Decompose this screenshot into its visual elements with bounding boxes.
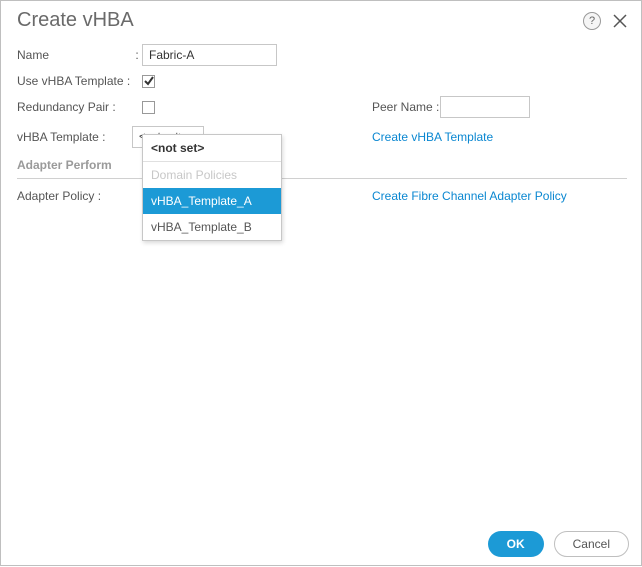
name-label: Name (17, 48, 132, 62)
dropdown-item-template-b[interactable]: vHBA_Template_B (143, 214, 281, 240)
redundancy-pair-checkbox[interactable] (142, 101, 155, 114)
redundancy-pair-label: Redundancy Pair : (17, 100, 142, 114)
adapter-performance-section: Adapter Perform (17, 158, 627, 176)
adapter-policy-row: Adapter Policy : Create Fibre Channel Ad… (17, 189, 627, 203)
section-divider (17, 178, 627, 179)
create-vhba-template-link[interactable]: Create vHBA Template (372, 130, 493, 144)
name-row: Name : (17, 44, 627, 66)
dropdown-item-template-a[interactable]: vHBA_Template_A (143, 188, 281, 214)
adapter-policy-label: Adapter Policy : (17, 189, 132, 203)
peer-name-label: Peer Name : (372, 100, 440, 114)
name-input[interactable] (142, 44, 277, 66)
dropdown-item-domain-policies: Domain Policies (143, 162, 281, 188)
close-icon[interactable] (609, 10, 631, 32)
dialog-titlebar: Create vHBA ? (1, 1, 642, 38)
dialog-footer: OK Cancel (488, 531, 629, 557)
peer-name-input[interactable] (440, 96, 530, 118)
vhba-template-label: vHBA Template : (17, 130, 132, 144)
ok-button[interactable]: OK (488, 531, 544, 557)
use-template-checkbox[interactable] (142, 75, 155, 88)
help-icon[interactable]: ? (583, 12, 601, 30)
use-template-label: Use vHBA Template : (17, 74, 142, 88)
dropdown-item-not-set[interactable]: <not set> (143, 135, 281, 162)
cancel-button[interactable]: Cancel (554, 531, 629, 557)
dialog-body: Name : Use vHBA Template : Redundancy Pa… (1, 38, 642, 203)
create-vhba-dialog: Create vHBA ? Name : Use vHBA Template :… (1, 1, 642, 567)
use-template-row: Use vHBA Template : (17, 74, 627, 88)
vhba-template-row: vHBA Template : <not set> Create vHBA Te… (17, 126, 627, 148)
dialog-title: Create vHBA (17, 9, 583, 32)
redundancy-row: Redundancy Pair : Peer Name : (17, 96, 627, 118)
create-adapter-policy-link[interactable]: Create Fibre Channel Adapter Policy (372, 189, 567, 203)
vhba-template-dropdown-panel: <not set> Domain Policies vHBA_Template_… (142, 134, 282, 241)
